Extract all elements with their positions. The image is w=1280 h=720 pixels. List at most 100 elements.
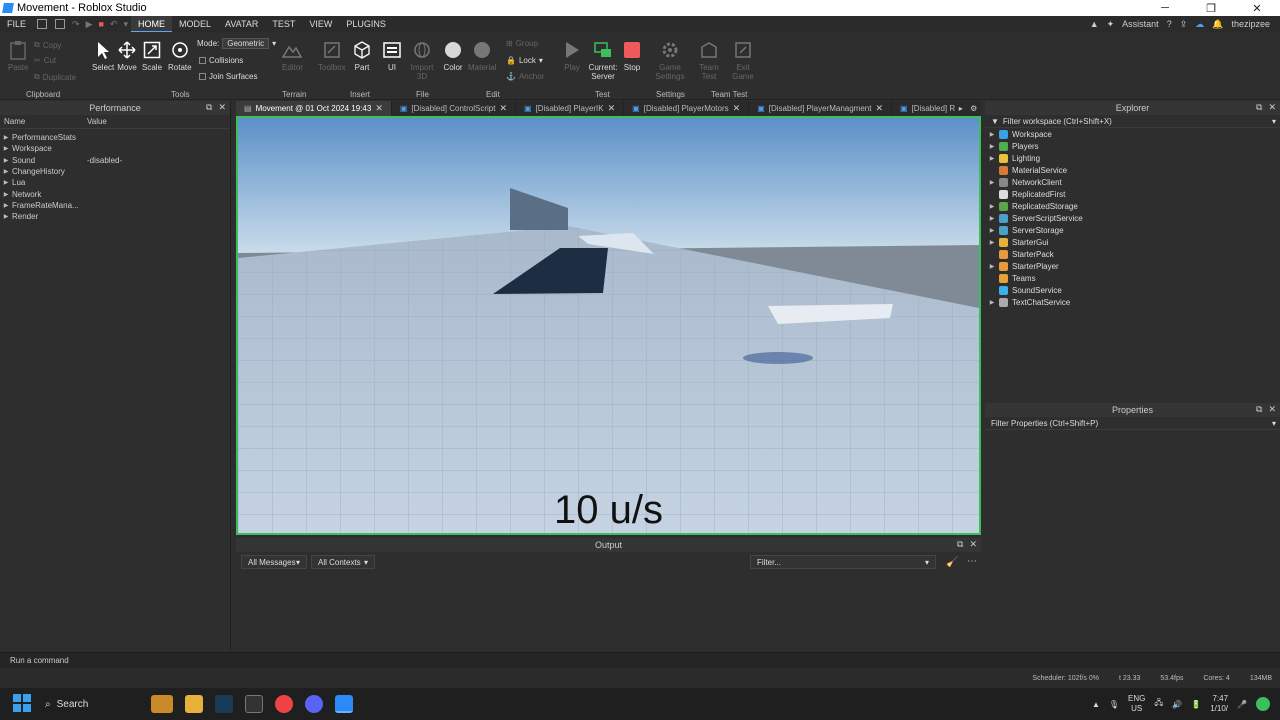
close-tab-icon[interactable]: ✕ (733, 103, 741, 114)
explorer-item[interactable]: MaterialService (985, 164, 1280, 176)
close-icon[interactable]: ✕ (218, 102, 226, 113)
explorer-item[interactable]: SoundService (985, 284, 1280, 296)
customize-icon[interactable]: ▾ (123, 19, 128, 30)
user-name[interactable]: thezipzee (1231, 19, 1270, 29)
document-tab[interactable]: ▣ [Disabled] PlayerManagment ✕ (749, 101, 893, 116)
tab-view[interactable]: VIEW (302, 16, 339, 32)
exit-game-button[interactable]: Exit Game (732, 40, 754, 81)
steam-icon[interactable] (215, 695, 233, 713)
output-filter-input[interactable]: Filter... ▾ (750, 555, 936, 569)
close-tab-icon[interactable]: ✕ (499, 103, 507, 114)
expand-arrow-icon[interactable]: ▶ (985, 143, 999, 150)
clock[interactable]: 7:47 1/10/ (1210, 694, 1228, 714)
explorer-item[interactable]: ▶ StarterGui (985, 236, 1280, 248)
contexts-filter-dropdown[interactable]: All Contexts ▾ (311, 555, 375, 569)
expand-arrow-icon[interactable]: ▶ (0, 202, 12, 209)
command-bar[interactable]: Run a command (0, 652, 1280, 668)
join-surfaces-check-icon[interactable] (199, 73, 206, 80)
expand-arrow-icon[interactable]: ▶ (0, 134, 12, 141)
popout-icon[interactable]: ⧉ (206, 102, 212, 113)
collisions-checkbox[interactable]: Collisions (199, 56, 243, 65)
maximize-button[interactable]: ❐ (1188, 0, 1234, 16)
cloud-icon[interactable]: ☁ (1195, 19, 1204, 30)
close-icon[interactable]: ✕ (1268, 102, 1276, 113)
performance-row[interactable]: ▶ FrameRateMana... (0, 200, 230, 211)
explorer-item[interactable]: StarterPack (985, 248, 1280, 260)
expand-arrow-icon[interactable]: ▶ (985, 155, 999, 162)
file-explorer-icon[interactable] (185, 695, 203, 713)
chrome-icon[interactable] (275, 695, 293, 713)
tab-scroll-icon[interactable]: ▸ (959, 104, 963, 113)
undo-icon[interactable]: ↶ (110, 19, 118, 30)
document-tab[interactable]: ▣ [Disabled] PlayerIK ✕ (516, 101, 625, 116)
minimize-button[interactable]: ─ (1142, 0, 1188, 16)
new-file-icon[interactable] (37, 19, 48, 29)
expand-arrow-icon[interactable]: ▶ (0, 157, 12, 164)
explorer-item[interactable]: ▶ Lighting (985, 152, 1280, 164)
part-button[interactable]: Part (352, 40, 372, 72)
expand-arrow-icon[interactable]: ▶ (985, 299, 999, 306)
discord-icon[interactable] (305, 695, 323, 713)
ui-button[interactable]: UI (382, 40, 402, 72)
copy-button[interactable]: ⧉ Copy (34, 40, 61, 50)
save-icon[interactable] (55, 19, 66, 29)
messages-filter-dropdown[interactable]: All Messages ▾ (241, 555, 307, 569)
roblox-studio-taskbar-icon[interactable] (335, 695, 353, 713)
move-tool-button[interactable]: Move (117, 40, 137, 72)
terrain-editor-button[interactable]: Editor (282, 40, 303, 72)
expand-arrow-icon[interactable]: ▶ (0, 179, 12, 186)
volume-icon[interactable]: 🔊 (1172, 700, 1182, 709)
expand-arrow-icon[interactable]: ▶ (0, 145, 12, 152)
close-tab-icon[interactable]: ✕ (375, 103, 383, 114)
join-surfaces-checkbox[interactable]: Join Surfaces (199, 72, 257, 81)
import-3d-button[interactable]: Import 3D (410, 40, 434, 81)
widget-icon[interactable] (151, 695, 173, 713)
document-tab[interactable]: ▤ Movement @ 01 Oct 2024 19:43 ✕ (236, 101, 392, 116)
rotate-tool-button[interactable]: Rotate (168, 40, 192, 72)
cut-button[interactable]: ✂ Cut (34, 56, 56, 65)
help-icon[interactable]: ? (1167, 19, 1172, 29)
expand-arrow-icon[interactable]: ▶ (985, 227, 999, 234)
3d-viewport[interactable]: 10 u/s (236, 116, 981, 535)
tab-test[interactable]: TEST (265, 16, 302, 32)
document-tab[interactable]: ▣ [Disabled] ControlScript ✕ (392, 101, 517, 116)
tab-avatar[interactable]: AVATAR (218, 16, 265, 32)
close-tab-icon[interactable]: ✕ (608, 103, 616, 114)
explorer-item[interactable]: ▶ TextChatService (985, 296, 1280, 308)
paste-button[interactable]: Paste (8, 40, 28, 72)
expand-arrow-icon[interactable]: ▶ (985, 215, 999, 222)
gear-icon[interactable]: ⚙ (970, 104, 977, 113)
explorer-item[interactable]: ▶ ServerScriptService (985, 212, 1280, 224)
app-icon[interactable] (245, 695, 263, 713)
microphone-active-icon[interactable]: 🎤 (1237, 700, 1247, 709)
collapse-icon[interactable]: ▲ (1090, 19, 1099, 29)
explorer-item[interactable]: ReplicatedFirst (985, 188, 1280, 200)
clear-output-icon[interactable]: 🧹 (946, 557, 958, 568)
stop-quick-icon[interactable]: ■ (98, 19, 103, 29)
performance-row[interactable]: ▶ Workspace (0, 143, 230, 154)
close-icon[interactable]: ✕ (969, 539, 977, 550)
popout-icon[interactable]: ⧉ (1256, 404, 1262, 415)
popout-icon[interactable]: ⧉ (957, 539, 963, 550)
play-button[interactable]: Play (562, 40, 582, 72)
performance-row[interactable]: ▶ PerformanceStats (0, 132, 230, 143)
close-icon[interactable]: ✕ (1268, 404, 1276, 415)
explorer-item[interactable]: ▶ Players (985, 140, 1280, 152)
explorer-item[interactable]: Teams (985, 272, 1280, 284)
duplicate-button[interactable]: ⧉ Duplicate (34, 72, 76, 82)
color-button[interactable]: Color (443, 40, 463, 72)
toolbox-button[interactable]: Toolbox (318, 40, 346, 72)
expand-arrow-icon[interactable]: ▶ (985, 131, 999, 138)
windows-start-icon[interactable] (13, 693, 31, 715)
performance-row[interactable]: ▶ ChangeHistory (0, 166, 230, 177)
assistant-button[interactable]: Assistant (1122, 19, 1159, 29)
explorer-item[interactable]: ▶ StarterPlayer (985, 260, 1280, 272)
microphone-icon[interactable]: 🎙 (1109, 700, 1119, 709)
performance-row[interactable]: ▶ Lua (0, 177, 230, 188)
performance-row[interactable]: ▶ Sound -disabled- (0, 155, 230, 166)
properties-filter-input[interactable]: Filter Properties (Ctrl+Shift+P) ▾ (985, 417, 1280, 430)
explorer-item[interactable]: ▶ ServerStorage (985, 224, 1280, 236)
performance-row[interactable]: ▶ Render (0, 211, 230, 222)
tray-overflow-icon[interactable]: ▲ (1092, 700, 1100, 709)
menu-file[interactable]: FILE (0, 16, 33, 32)
